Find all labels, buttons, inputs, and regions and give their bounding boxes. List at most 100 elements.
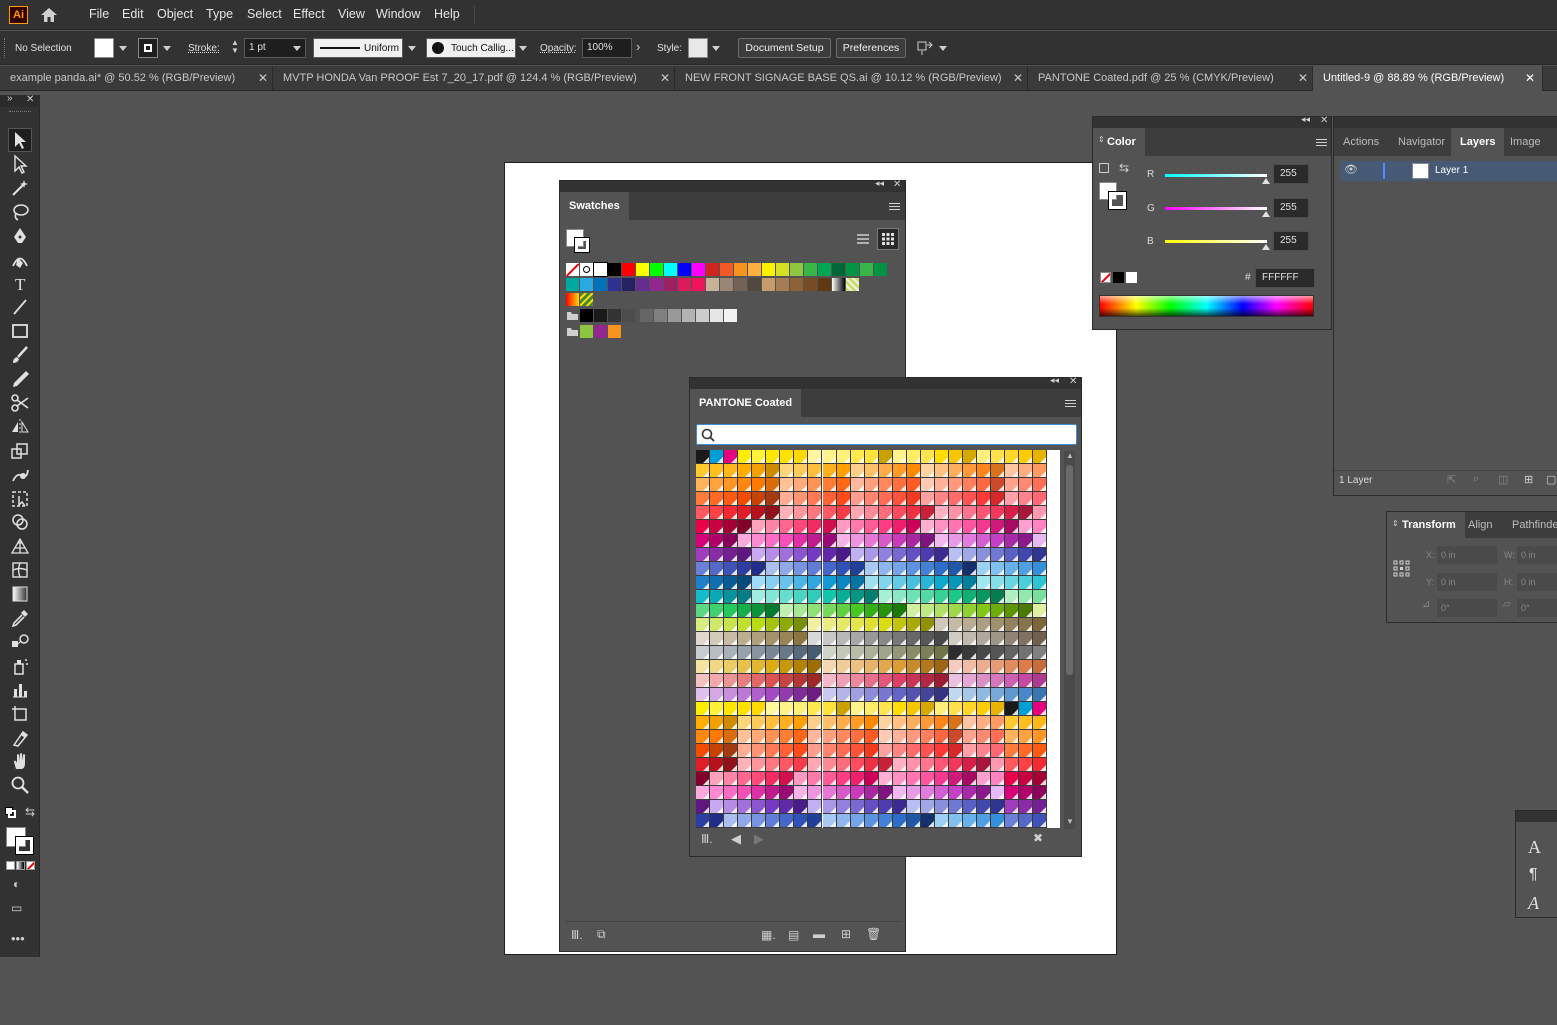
color-swatch[interactable] [846, 263, 859, 276]
pantone-swatch[interactable] [1019, 688, 1034, 702]
pantone-swatch[interactable] [1033, 562, 1048, 576]
pantone-swatch[interactable] [878, 800, 893, 814]
pantone-swatch[interactable] [892, 744, 907, 758]
pantone-swatch[interactable] [710, 702, 725, 716]
pantone-swatch[interactable] [1033, 464, 1048, 478]
pantone-swatch[interactable] [906, 506, 921, 520]
stroke-label[interactable]: Stroke: [188, 43, 220, 54]
type-tool-icon[interactable]: T [9, 272, 31, 294]
pantone-swatch[interactable] [906, 632, 921, 646]
panel-titlebar[interactable] [1516, 811, 1557, 822]
stroke-weight-dropdown-icon[interactable] [293, 46, 301, 51]
pantone-swatch[interactable] [949, 534, 964, 548]
pantone-swatch[interactable] [752, 520, 767, 534]
black-color-icon[interactable] [1113, 272, 1124, 283]
color-swatch[interactable] [804, 263, 817, 276]
pantone-swatch[interactable] [710, 618, 725, 632]
pantone-swatch[interactable] [766, 604, 781, 618]
pantone-swatch[interactable] [766, 674, 781, 688]
pantone-swatch[interactable] [920, 688, 935, 702]
pantone-swatch[interactable] [766, 492, 781, 506]
pantone-swatch[interactable] [878, 506, 893, 520]
pantone-swatch[interactable] [892, 800, 907, 814]
pantone-swatch[interactable] [1019, 548, 1034, 562]
pantone-swatch[interactable] [794, 464, 809, 478]
pantone-swatch[interactable] [920, 534, 935, 548]
pantone-swatch[interactable] [1019, 520, 1034, 534]
pantone-swatch[interactable] [906, 660, 921, 674]
pantone-swatch[interactable] [906, 534, 921, 548]
pantone-swatch[interactable] [780, 702, 795, 716]
pantone-swatch[interactable] [991, 758, 1006, 772]
registration-swatch[interactable] [580, 263, 593, 276]
pantone-swatch[interactable] [906, 562, 921, 576]
pantone-swatch[interactable] [963, 688, 978, 702]
pantone-search-input[interactable] [696, 424, 1077, 445]
color-swatch[interactable] [706, 278, 719, 291]
pantone-swatch[interactable] [724, 576, 739, 590]
pantone-swatch[interactable] [696, 716, 710, 730]
pantone-swatch[interactable] [906, 492, 921, 506]
pantone-swatch[interactable] [738, 478, 753, 492]
pantone-swatch[interactable] [963, 478, 978, 492]
color-swatch[interactable] [720, 263, 733, 276]
pantone-swatch[interactable] [822, 492, 837, 506]
pantone-swatch[interactable] [794, 618, 809, 632]
pantone-swatch[interactable] [935, 730, 950, 744]
pantone-swatch[interactable] [935, 548, 950, 562]
gray-swatch[interactable] [622, 309, 635, 322]
x-field[interactable]: 0 in [1437, 546, 1497, 564]
pantone-swatch[interactable] [878, 688, 893, 702]
pantone-swatch[interactable] [724, 520, 739, 534]
pantone-swatch[interactable] [1005, 646, 1020, 660]
pantone-swatch[interactable] [892, 632, 907, 646]
swap-colors-icon[interactable]: ⇆ [1119, 161, 1129, 175]
pantone-swatch[interactable] [935, 590, 950, 604]
pantone-swatch[interactable] [710, 478, 725, 492]
pantone-swatch[interactable] [738, 646, 753, 660]
pantone-swatch[interactable] [977, 576, 992, 590]
pantone-swatch[interactable] [991, 576, 1006, 590]
color-swatch[interactable] [734, 263, 747, 276]
pantone-swatch[interactable] [1005, 660, 1020, 674]
pantone-swatch[interactable] [738, 548, 753, 562]
pantone-swatch[interactable] [766, 646, 781, 660]
pantone-swatch[interactable] [850, 576, 865, 590]
pantone-swatch[interactable] [1019, 590, 1034, 604]
pantone-swatch[interactable] [738, 506, 753, 520]
collect-for-export-icon[interactable]: ⇱ [1447, 473, 1456, 486]
color-swatch[interactable] [650, 263, 663, 276]
pantone-swatch[interactable] [864, 506, 879, 520]
pantone-swatch[interactable] [766, 702, 781, 716]
pantone-swatch[interactable] [794, 646, 809, 660]
scroll-up-icon[interactable]: ▲ [1066, 451, 1074, 460]
color-swatch[interactable] [734, 278, 747, 291]
pantone-swatch[interactable] [920, 702, 935, 716]
pantone-swatch[interactable] [878, 478, 893, 492]
direct-selection-tool-icon[interactable] [9, 153, 31, 175]
pantone-swatch[interactable] [808, 492, 823, 506]
new-color-group-icon[interactable]: ▬ [813, 927, 825, 941]
pantone-swatch[interactable] [780, 660, 795, 674]
list-view-icon[interactable] [853, 229, 873, 249]
pantone-swatch[interactable] [1033, 758, 1048, 772]
pantone-swatch[interactable] [696, 660, 710, 674]
stroke-swatch[interactable] [1108, 191, 1127, 210]
pantone-swatch[interactable] [752, 478, 767, 492]
pantone-swatch[interactable] [892, 646, 907, 660]
pantone-swatch[interactable] [1033, 478, 1048, 492]
pantone-swatch[interactable] [710, 562, 725, 576]
pantone-swatch[interactable] [977, 660, 992, 674]
pantone-swatch[interactable] [1019, 646, 1034, 660]
pantone-swatch[interactable] [780, 520, 795, 534]
pantone-swatch[interactable] [920, 590, 935, 604]
pantone-swatch[interactable] [850, 758, 865, 772]
pantone-swatch[interactable] [822, 548, 837, 562]
pantone-swatch[interactable] [710, 576, 725, 590]
pantone-swatch[interactable] [977, 632, 992, 646]
pantone-swatch[interactable] [696, 744, 710, 758]
document-setup-button[interactable]: Document Setup [738, 38, 831, 58]
pantone-swatch[interactable] [892, 730, 907, 744]
pantone-swatch[interactable] [752, 702, 767, 716]
pantone-swatch[interactable] [991, 548, 1006, 562]
